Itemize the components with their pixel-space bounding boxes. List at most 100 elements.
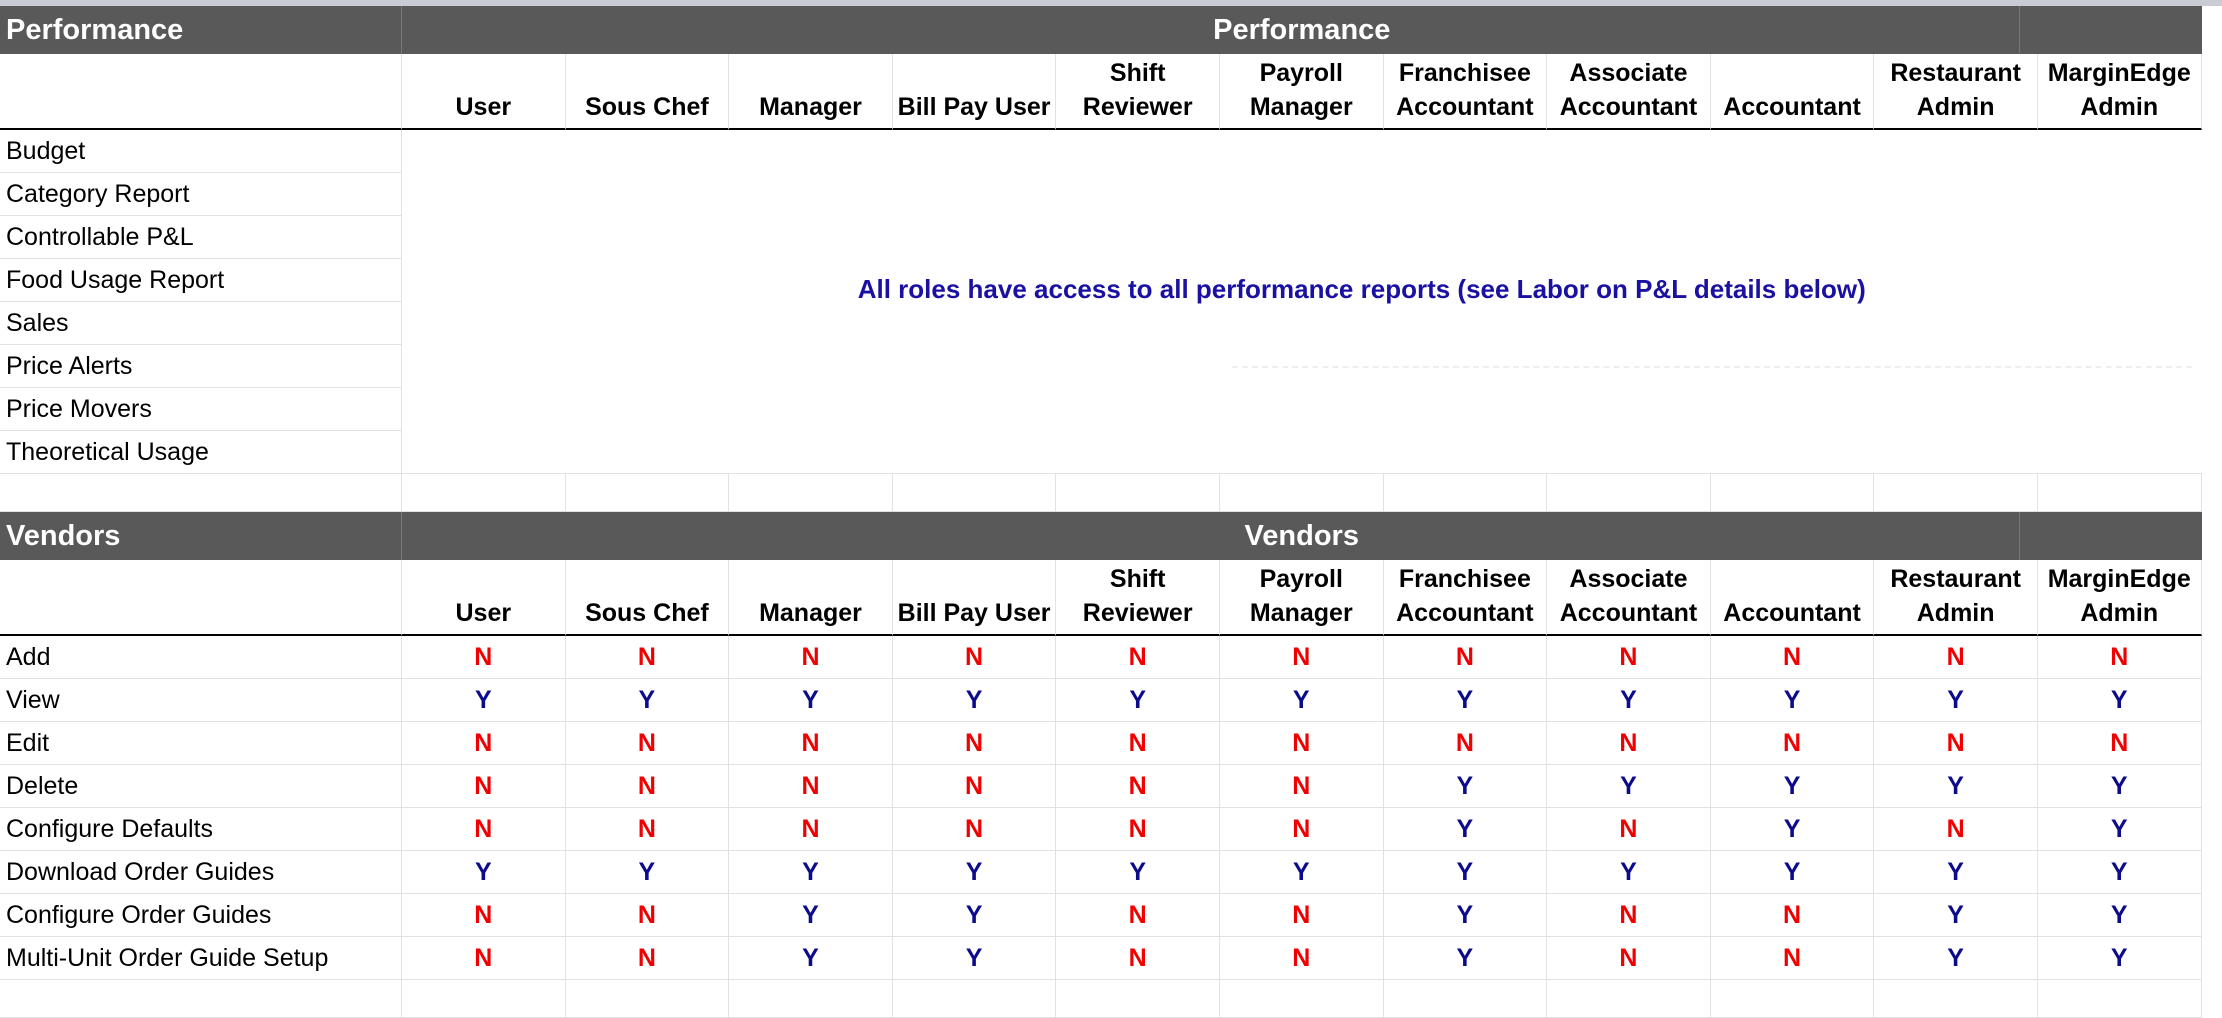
permission-value-cell[interactable]: Y <box>1874 851 2038 894</box>
permission-value-cell[interactable]: N <box>565 722 730 765</box>
vendors-row-label[interactable]: Multi-Unit Order Guide Setup <box>0 937 402 980</box>
permission-value-cell[interactable]: N <box>1547 808 1711 851</box>
permission-value-cell[interactable]: N <box>1056 722 1220 765</box>
performance-empty-cell[interactable] <box>0 474 402 512</box>
permission-value-cell[interactable]: Y <box>1547 679 1711 722</box>
permission-value-cell[interactable]: N <box>402 894 566 937</box>
performance-column-header[interactable]: Bill Pay User <box>892 54 1057 130</box>
vendors-empty-cell[interactable] <box>1710 980 1875 1018</box>
permission-value-cell[interactable]: N <box>565 937 730 980</box>
performance-empty-cell[interactable] <box>1547 474 1711 512</box>
permission-value-cell[interactable]: N <box>1383 636 1548 679</box>
permission-value-cell[interactable]: N <box>1219 894 1384 937</box>
permission-value-cell[interactable]: Y <box>1547 851 1711 894</box>
permission-value-cell[interactable]: Y <box>1219 679 1384 722</box>
permission-value-cell[interactable]: N <box>1710 894 1875 937</box>
permission-value-cell[interactable]: N <box>1056 765 1220 808</box>
vendors-empty-cell[interactable] <box>1547 980 1711 1018</box>
permission-value-cell[interactable]: Y <box>2037 765 2202 808</box>
vendors-column-header[interactable]: Sous Chef <box>565 560 730 636</box>
vendors-column-header[interactable]: Accountant <box>1710 560 1875 636</box>
permission-value-cell[interactable]: N <box>402 765 566 808</box>
permission-value-cell[interactable]: Y <box>729 851 893 894</box>
permission-value-cell[interactable]: Y <box>729 937 893 980</box>
performance-column-header[interactable]: MarginEdge Admin <box>2037 54 2202 130</box>
performance-empty-cell[interactable] <box>1874 474 2038 512</box>
permission-value-cell[interactable]: N <box>1710 636 1875 679</box>
permission-value-cell[interactable]: Y <box>1874 765 2038 808</box>
permission-value-cell[interactable]: N <box>402 722 566 765</box>
vendors-row-label[interactable]: Configure Order Guides <box>0 894 402 937</box>
permission-value-cell[interactable]: Y <box>1383 765 1548 808</box>
permission-value-cell[interactable]: Y <box>402 679 566 722</box>
permission-value-cell[interactable]: Y <box>1056 679 1220 722</box>
performance-column-header[interactable]: Franchisee Accountant <box>1383 54 1548 130</box>
vendors-empty-cell[interactable] <box>1383 980 1548 1018</box>
performance-row-label[interactable]: Theoretical Usage <box>0 431 402 474</box>
performance-empty-cell[interactable] <box>402 474 566 512</box>
performance-empty-cell[interactable] <box>2037 474 2202 512</box>
vendors-column-header[interactable]: MarginEdge Admin <box>2037 560 2202 636</box>
permission-value-cell[interactable]: N <box>565 765 730 808</box>
permission-value-cell[interactable]: N <box>402 636 566 679</box>
permission-value-cell[interactable]: Y <box>1383 808 1548 851</box>
performance-column-header[interactable]: Sous Chef <box>565 54 730 130</box>
permission-value-cell[interactable]: Y <box>2037 679 2202 722</box>
performance-empty-cell[interactable] <box>565 474 730 512</box>
performance-column-header[interactable]: Associate Accountant <box>1547 54 1711 130</box>
permission-value-cell[interactable]: Y <box>1547 765 1711 808</box>
permission-value-cell[interactable]: N <box>729 636 893 679</box>
permission-value-cell[interactable]: Y <box>892 894 1057 937</box>
permission-value-cell[interactable]: Y <box>1874 894 2038 937</box>
permission-value-cell[interactable]: Y <box>1710 851 1875 894</box>
permission-value-cell[interactable]: Y <box>892 679 1057 722</box>
permission-value-cell[interactable]: N <box>2037 722 2202 765</box>
permission-value-cell[interactable]: N <box>565 808 730 851</box>
vendors-empty-cell[interactable] <box>892 980 1057 1018</box>
vendors-column-header[interactable]: Manager <box>729 560 893 636</box>
performance-column-header[interactable]: Shift Reviewer <box>1056 54 1220 130</box>
vendors-column-header[interactable]: User <box>402 560 566 636</box>
permission-value-cell[interactable]: N <box>1219 937 1384 980</box>
permission-value-cell[interactable]: Y <box>729 894 893 937</box>
permission-value-cell[interactable]: N <box>402 808 566 851</box>
vendors-empty-cell[interactable] <box>1874 980 2038 1018</box>
permission-value-cell[interactable]: Y <box>2037 851 2202 894</box>
permission-value-cell[interactable]: Y <box>2037 894 2202 937</box>
performance-empty-cell[interactable] <box>729 474 893 512</box>
performance-header-corner[interactable] <box>0 54 402 130</box>
permission-value-cell[interactable]: N <box>1547 636 1711 679</box>
performance-row-label[interactable]: Sales <box>0 302 402 345</box>
permission-value-cell[interactable]: N <box>892 722 1057 765</box>
permission-value-cell[interactable]: Y <box>729 679 893 722</box>
permission-value-cell[interactable]: N <box>892 765 1057 808</box>
permission-value-cell[interactable]: Y <box>565 851 730 894</box>
permission-value-cell[interactable]: N <box>1547 722 1711 765</box>
performance-row-label[interactable]: Category Report <box>0 173 402 216</box>
permission-value-cell[interactable]: Y <box>1383 937 1548 980</box>
vendors-row-label[interactable]: Configure Defaults <box>0 808 402 851</box>
permission-value-cell[interactable]: N <box>1874 808 2038 851</box>
vendors-section-title[interactable]: Vendors <box>402 512 2202 560</box>
performance-row-label[interactable]: Food Usage Report <box>0 259 402 302</box>
permission-value-cell[interactable]: N <box>892 808 1057 851</box>
vendors-section-label[interactable]: Vendors <box>0 512 402 560</box>
performance-empty-cell[interactable] <box>1056 474 1220 512</box>
permission-value-cell[interactable]: Y <box>1710 765 1875 808</box>
performance-empty-cell[interactable] <box>892 474 1057 512</box>
permission-value-cell[interactable]: Y <box>1710 679 1875 722</box>
permission-value-cell[interactable]: Y <box>1056 851 1220 894</box>
permission-value-cell[interactable]: N <box>1710 722 1875 765</box>
vendors-column-header[interactable]: Associate Accountant <box>1547 560 1711 636</box>
vendors-column-header[interactable]: Bill Pay User <box>892 560 1057 636</box>
permission-value-cell[interactable]: Y <box>2037 808 2202 851</box>
permission-value-cell[interactable]: Y <box>1383 894 1548 937</box>
vendors-row-label[interactable]: View <box>0 679 402 722</box>
permission-value-cell[interactable]: N <box>729 808 893 851</box>
performance-section-title[interactable]: Performance <box>402 6 2202 54</box>
permission-value-cell[interactable]: N <box>1219 808 1384 851</box>
permission-value-cell[interactable]: Y <box>1710 808 1875 851</box>
vendors-empty-cell[interactable] <box>402 980 566 1018</box>
permission-value-cell[interactable]: Y <box>1383 679 1548 722</box>
vendors-empty-cell[interactable] <box>729 980 893 1018</box>
